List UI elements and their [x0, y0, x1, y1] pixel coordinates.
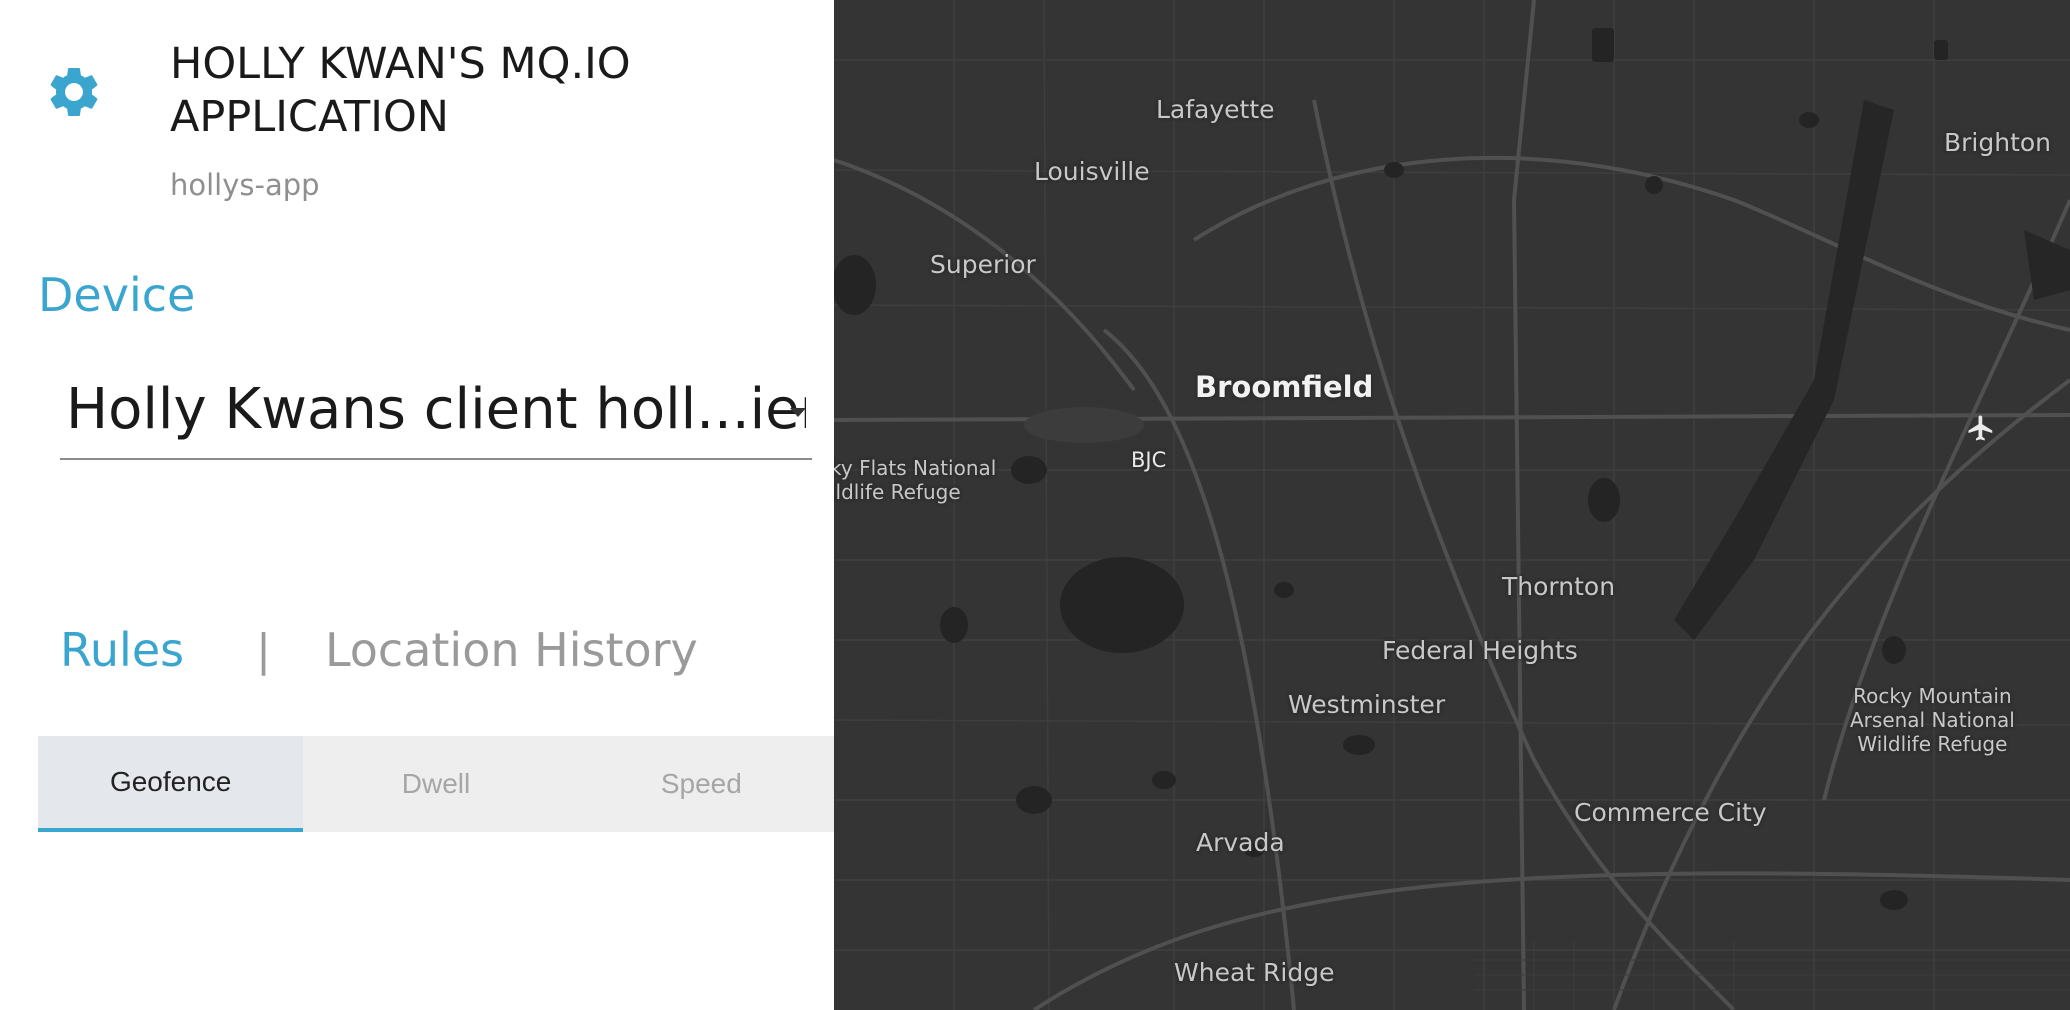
map-label-bjc: BJC [1131, 448, 1167, 472]
app-root: HOLLY KWAN'S MQ.IO APPLICATION hollys-ap… [0, 0, 2070, 1010]
map-view[interactable]: Lafayette Louisville Brighton Superior B… [834, 0, 2070, 1010]
map-label-brighton: Brighton [1944, 128, 2052, 157]
settings-button[interactable] [44, 62, 104, 122]
device-heading: Device [38, 268, 196, 322]
tab-geofence[interactable]: Geofence [38, 736, 304, 832]
device-select-value: Holly Kwans client holl...ient [66, 377, 806, 442]
map-label-arvada: Arvada [1196, 828, 1285, 857]
main-tabs: Rules | Location History [60, 620, 698, 680]
tab-rules[interactable]: Rules [60, 623, 184, 677]
tab-speed[interactable]: Speed [569, 736, 834, 832]
map-label-thornton: Thornton [1502, 572, 1616, 601]
tab-location-history[interactable]: Location History [325, 623, 698, 677]
tab-divider: | [256, 624, 271, 676]
rule-type-tabs: Geofence Dwell Speed [38, 736, 834, 832]
map-label-lafayette: Lafayette [1156, 95, 1275, 124]
gear-icon[interactable] [44, 62, 104, 122]
map-label-louisville: Louisville [1034, 157, 1150, 186]
map-label-rocky-flats: ky Flats National ildlife Refuge [834, 456, 997, 504]
map-background [834, 0, 2070, 1010]
map-label-rocky-mountain-arsenal: Rocky Mountain Arsenal National Wildlife… [1850, 684, 2015, 756]
map-label-wheat-ridge: Wheat Ridge [1174, 958, 1335, 987]
map-label-broomfield: Broomfield [1195, 370, 1374, 404]
airport-icon [1968, 415, 1993, 441]
app-id-subtitle: hollys-app [170, 168, 320, 202]
map-label-federal-heights: Federal Heights [1382, 636, 1578, 665]
map-label-westminster: Westminster [1288, 690, 1446, 719]
app-title: HOLLY KWAN'S MQ.IO APPLICATION [170, 39, 631, 142]
map-label-superior: Superior [930, 250, 1036, 279]
sidebar-panel: HOLLY KWAN'S MQ.IO APPLICATION hollys-ap… [0, 0, 834, 1010]
map-label-commerce-city: Commerce City [1574, 798, 1767, 827]
tab-dwell[interactable]: Dwell [303, 736, 568, 832]
device-select[interactable]: Holly Kwans client holl...ient [60, 370, 812, 460]
dropdown-caret-icon[interactable] [790, 408, 806, 417]
